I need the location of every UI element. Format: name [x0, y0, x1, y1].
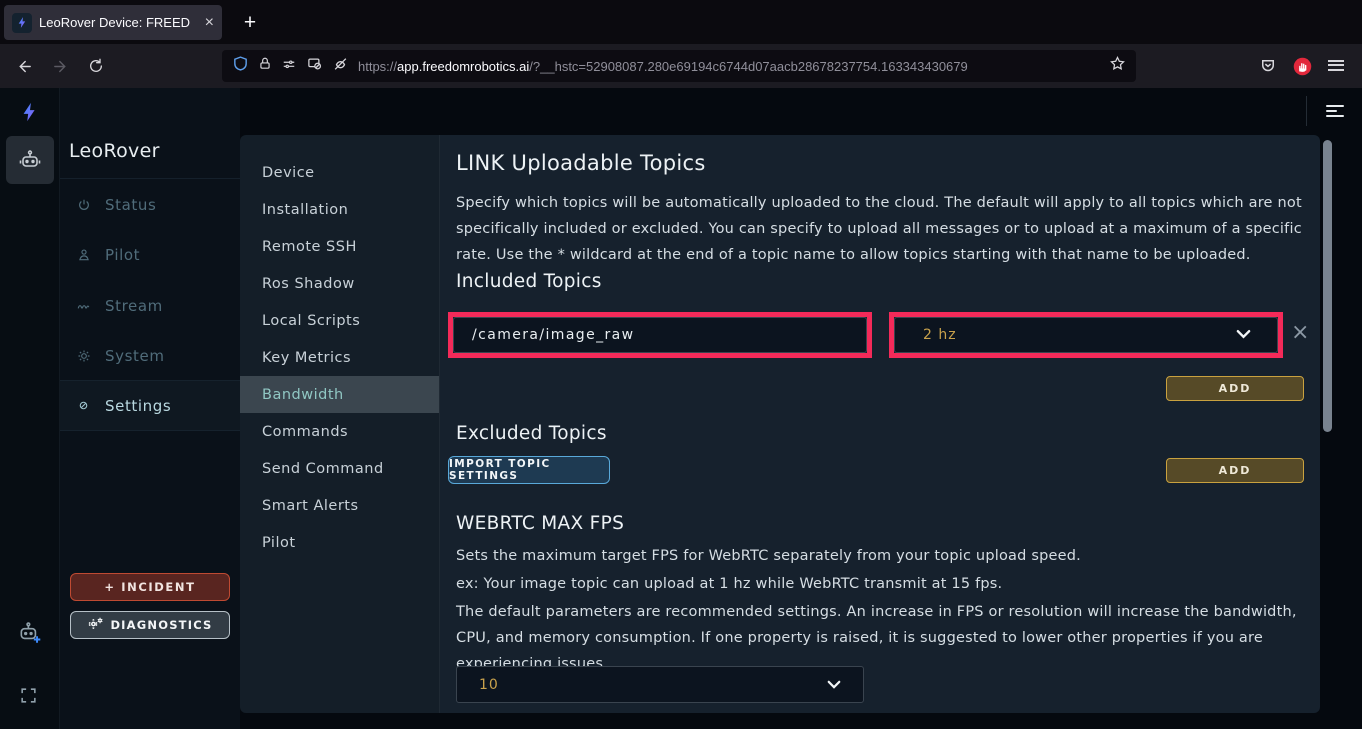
remove-topic-button[interactable]: ×	[1291, 325, 1309, 341]
gear-icon	[76, 349, 91, 363]
url-text: https://app.freedomrobotics.ai/?__hstc=5…	[358, 59, 1100, 74]
tab-title: LeoRover Device: FREED	[39, 15, 198, 30]
app-rail	[0, 88, 60, 729]
menu-item-device[interactable]: Device	[240, 154, 439, 191]
freedom-robotics-app: LeoRover Status Pilot Stream System	[0, 88, 1362, 729]
webrtc-fps-select[interactable]: 10	[456, 666, 864, 703]
add-included-topic-button[interactable]: ADD	[1166, 376, 1304, 401]
topbar-divider	[1306, 96, 1307, 126]
menu-item-installation[interactable]: Installation	[240, 191, 439, 228]
tab-strip: LeoRover Device: FREED × +	[0, 0, 1362, 44]
pocket-icon[interactable]	[1256, 54, 1280, 78]
included-topics-heading: Included Topics	[456, 271, 602, 292]
reload-button[interactable]	[82, 52, 110, 80]
device-sidebar: LeoRover Status Pilot Stream System	[60, 88, 240, 729]
bookmark-star-icon[interactable]	[1109, 55, 1126, 77]
rate-select[interactable]: 2 hz	[894, 317, 1278, 353]
pilot-person-icon	[76, 248, 91, 262]
sidebar-item-label: Stream	[105, 297, 163, 315]
diagnostics-label: DIAGNOSTICS	[110, 618, 212, 632]
browser-tab[interactable]: LeoRover Device: FREED ×	[4, 5, 222, 40]
back-button[interactable]	[10, 52, 38, 80]
sidebar-item-system[interactable]: System	[60, 330, 240, 381]
url-fade	[1066, 52, 1106, 80]
sidebar-item-pilot[interactable]: Pilot	[60, 229, 240, 280]
tab-favicon-bolt-icon	[12, 13, 32, 33]
annotation-highlight-topic-input	[448, 312, 872, 358]
webrtc-max-fps-heading: WEBRTC MAX FPS	[456, 513, 624, 534]
stream-waves-icon	[76, 299, 91, 313]
power-gauge-icon	[76, 198, 91, 212]
autoplay-blocked-icon[interactable]	[306, 56, 323, 76]
gears-icon	[87, 617, 104, 634]
sidebar-item-label: Settings	[105, 397, 171, 415]
bandwidth-settings-content: LINK Uploadable Topics Specify which top…	[440, 135, 1320, 713]
device-name: LeoRover	[69, 140, 160, 162]
notifications-blocked-icon[interactable]	[332, 56, 349, 77]
settings-menu: Device Installation Remote SSH Ros Shado…	[240, 135, 440, 713]
link-topics-description: Specify which topics will be automatical…	[456, 190, 1314, 269]
lock-icon[interactable]	[258, 56, 272, 76]
new-tab-button[interactable]: +	[236, 9, 264, 37]
sidebar-item-label: Pilot	[105, 246, 140, 264]
tracking-protection-shield-icon[interactable]	[232, 55, 249, 77]
incident-button[interactable]: + INCIDENT	[70, 573, 230, 601]
menu-item-local-scripts[interactable]: Local Scripts	[240, 302, 439, 339]
sidebar-item-stream[interactable]: Stream	[60, 280, 240, 331]
url-bar[interactable]: https://app.freedomrobotics.ai/?__hstc=5…	[222, 50, 1136, 82]
browser-toolbar: https://app.freedomrobotics.ai/?__hstc=5…	[0, 44, 1362, 88]
device-tile-robot-icon[interactable]	[6, 136, 54, 184]
tab-close-icon[interactable]: ×	[205, 15, 214, 31]
menu-item-smart-alerts[interactable]: Smart Alerts	[240, 487, 439, 524]
forward-button[interactable]	[46, 52, 74, 80]
app-menu-icon[interactable]	[1328, 54, 1352, 78]
chevron-down-icon	[827, 677, 841, 693]
diagnostics-button[interactable]: DIAGNOSTICS	[70, 611, 230, 639]
webrtc-line1: Sets the maximum target FPS for WebRTC s…	[456, 543, 1314, 569]
chevron-down-icon	[1236, 327, 1251, 343]
sidebar-item-status[interactable]: Status	[60, 179, 240, 230]
topic-name-input[interactable]	[453, 317, 867, 353]
webrtc-line2: ex: Your image topic can upload at 1 hz …	[456, 571, 1314, 597]
menu-item-key-metrics[interactable]: Key Metrics	[240, 339, 439, 376]
menu-item-send-command[interactable]: Send Command	[240, 450, 439, 487]
sidebar-item-label: System	[105, 347, 165, 365]
excluded-topics-heading: Excluded Topics	[456, 423, 607, 444]
section-title-link-uploadable-topics: LINK Uploadable Topics	[456, 151, 706, 175]
blocker-extension-icon[interactable]	[1290, 54, 1314, 78]
import-topic-settings-button[interactable]: IMPORT TOPIC SETTINGS	[448, 456, 610, 484]
sidebar-item-label: Status	[105, 196, 156, 214]
menu-item-pilot[interactable]: Pilot	[240, 524, 439, 561]
permissions-icon[interactable]	[281, 57, 297, 76]
app-logo-bolt-icon	[19, 100, 41, 128]
settings-icon	[76, 399, 91, 412]
add-device-robot-plus-icon[interactable]	[17, 620, 43, 650]
menu-item-commands[interactable]: Commands	[240, 413, 439, 450]
menu-item-ros-shadow[interactable]: Ros Shadow	[240, 265, 439, 302]
content-scrollbar[interactable]	[1323, 140, 1332, 432]
menu-item-bandwidth[interactable]: Bandwidth	[240, 376, 439, 413]
sidebar-item-settings[interactable]: Settings	[60, 380, 240, 431]
add-excluded-topic-button[interactable]: ADD	[1166, 458, 1304, 483]
annotation-highlight-rate-select: 2 hz	[889, 312, 1283, 358]
browser-chrome: LeoRover Device: FREED × +	[0, 0, 1362, 88]
rate-value: 2 hz	[923, 327, 957, 343]
menu-item-remote-ssh[interactable]: Remote SSH	[240, 228, 439, 265]
webrtc-fps-value: 10	[479, 677, 499, 693]
activity-filter-icon[interactable]	[1326, 105, 1344, 120]
fullscreen-icon[interactable]	[19, 686, 38, 709]
